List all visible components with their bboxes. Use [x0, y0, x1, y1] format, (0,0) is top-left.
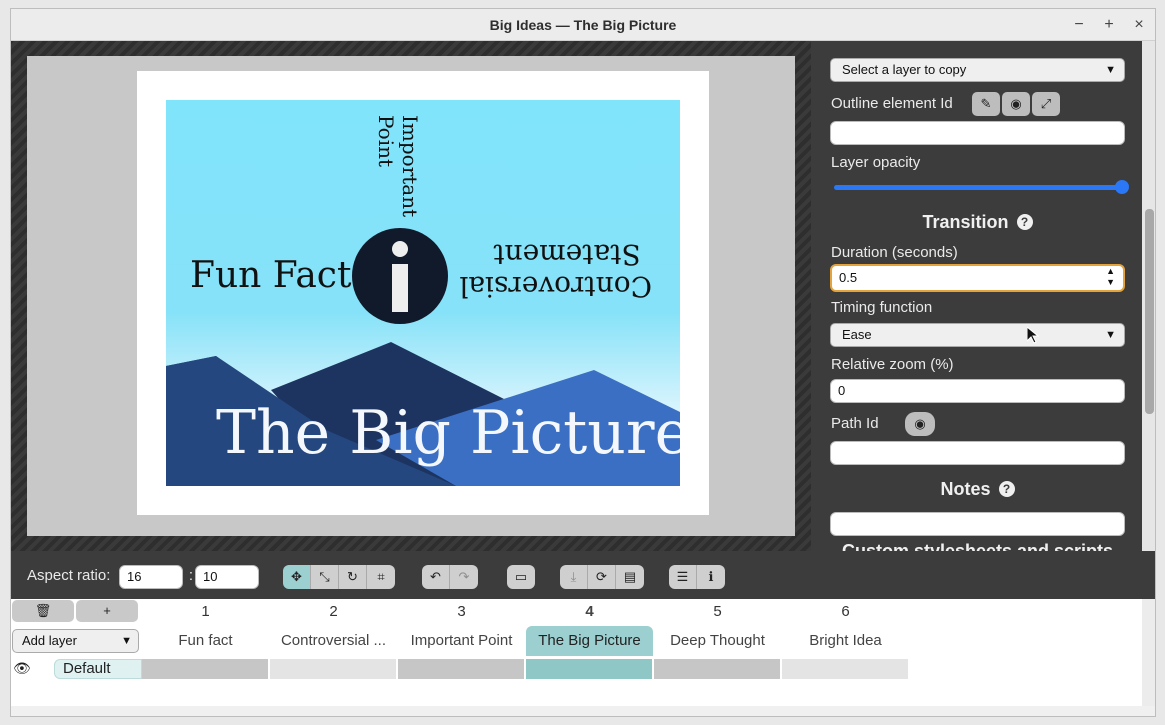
presentation-icon[interactable]: ▭: [507, 565, 535, 589]
custom-scripts-heading: Custom stylesheets and scripts: [841, 541, 1114, 551]
window-title: Big Ideas — The Big Picture: [489, 17, 677, 33]
outline-id-field[interactable]: [830, 121, 1125, 145]
frame-number: 6: [841, 603, 850, 620]
horizontal-scrollbar[interactable]: [11, 706, 1155, 716]
frame-number-selected: 4: [585, 603, 594, 620]
info-stem: [392, 264, 408, 312]
info-icon[interactable]: ℹ: [697, 565, 725, 589]
redo-icon[interactable]: ↷: [450, 565, 478, 589]
frame-tab[interactable]: Controversial ...: [270, 626, 397, 656]
copy-layer-select[interactable]: Select a layer to copy ▼: [830, 58, 1125, 82]
timeline-scrollbar[interactable]: [1142, 599, 1155, 706]
layer-frame-cell-selected[interactable]: [526, 659, 652, 679]
copy-layer-select-value: Select a layer to copy: [842, 62, 967, 77]
frame-number: 5: [713, 603, 722, 620]
frame-tab[interactable]: Deep Thought: [654, 626, 781, 656]
add-layer-value: Add layer: [22, 633, 77, 648]
move-icon[interactable]: ✥: [283, 565, 311, 589]
layer-frame-cell[interactable]: [654, 659, 780, 679]
layer-frame-cell[interactable]: [270, 659, 396, 679]
controversial-line-2: Statement: [493, 238, 641, 271]
transition-heading: Transition?: [830, 212, 1125, 233]
zoom-field[interactable]: 0: [830, 379, 1125, 403]
properties-panel: Select a layer to copy ▼ Outline element…: [811, 41, 1155, 551]
title-bar: Big Ideas — The Big Picture − + ×: [11, 9, 1155, 41]
frame-number: 2: [329, 603, 338, 620]
opacity-slider-thumb[interactable]: [1115, 180, 1129, 194]
duration-field[interactable]: 0.5 ▲ ▼: [830, 264, 1125, 292]
notes-field[interactable]: [830, 512, 1125, 536]
path-id-field[interactable]: [830, 441, 1125, 465]
duration-label: Duration (seconds): [831, 244, 958, 261]
chevron-down-icon: ▼: [121, 635, 132, 647]
preview-area: The Big Picture Fun Fact Important Point…: [11, 41, 811, 551]
frame-tab-selected[interactable]: The Big Picture: [526, 626, 653, 656]
spinner-icon[interactable]: ▲ ▼: [1106, 266, 1115, 288]
refresh-icon[interactable]: ⟳: [588, 565, 616, 589]
timing-select[interactable]: Ease ▼: [830, 323, 1125, 347]
scale-icon[interactable]: ⤡: [311, 565, 339, 589]
aspect-ratio-label: Aspect ratio:: [27, 567, 111, 584]
transition-heading-text: Transition: [922, 212, 1009, 232]
maximize-button[interactable]: +: [1099, 15, 1119, 35]
close-button[interactable]: ×: [1129, 15, 1149, 35]
rotate-icon[interactable]: ↻: [339, 565, 367, 589]
slide-preview[interactable]: The Big Picture Fun Fact Important Point…: [166, 100, 680, 486]
path-label: Path Id: [831, 415, 879, 432]
minimize-button[interactable]: −: [1069, 15, 1089, 35]
add-layer-select[interactable]: Add layer ▼: [12, 629, 139, 653]
controversial-text: Controversial Statement: [459, 238, 652, 303]
chevron-down-icon: ▼: [1105, 329, 1116, 341]
add-frame-button[interactable]: +: [76, 600, 138, 622]
outline-label: Outline element Id: [831, 95, 953, 112]
timeline: 🗑 + Add layer ▼ 1 2 3 4 5 6 Fun fact Con…: [11, 599, 1155, 716]
frame-tab[interactable]: Bright Idea: [782, 626, 909, 656]
timing-value: Ease: [842, 327, 872, 342]
opacity-label: Layer opacity: [831, 154, 921, 171]
eye-icon[interactable]: 👁: [13, 660, 31, 677]
aspect-height-input[interactable]: 10: [195, 565, 259, 589]
layer-frame-cell[interactable]: [398, 659, 524, 679]
app-window: Big Ideas — The Big Picture − + × The Bi…: [10, 8, 1156, 717]
help-icon[interactable]: ?: [998, 481, 1015, 497]
duration-value: 0.5: [839, 270, 858, 285]
info-dot: [392, 241, 408, 257]
download-icon[interactable]: ⤓: [560, 565, 588, 589]
frame-tab[interactable]: Important Point: [398, 626, 525, 656]
aspect-separator: :: [188, 567, 194, 584]
magic-wand-icon[interactable]: ✎: [972, 92, 1000, 116]
layer-label[interactable]: Default: [54, 659, 142, 679]
eye-slash-icon[interactable]: ◉: [905, 412, 935, 436]
important-line-1: Important: [398, 115, 422, 218]
layer-frame-cell[interactable]: [142, 659, 268, 679]
frame-tab[interactable]: Fun fact: [142, 626, 269, 656]
delete-button[interactable]: 🗑: [12, 600, 74, 622]
notes-heading-text: Notes: [940, 479, 991, 499]
panel-scrollbar[interactable]: [1142, 41, 1155, 551]
opacity-slider-track[interactable]: [834, 185, 1123, 190]
panel-scroll-thumb[interactable]: [1145, 209, 1154, 414]
important-point-text: Important Point: [374, 115, 422, 218]
notes-heading: Notes?: [830, 479, 1125, 500]
timing-label: Timing function: [831, 299, 933, 316]
controversial-line-1: Controversial: [459, 270, 652, 303]
crop-icon[interactable]: ⌗: [367, 565, 395, 589]
undo-icon[interactable]: ↶: [422, 565, 450, 589]
slide-title: The Big Picture: [216, 398, 680, 468]
fun-fact-text: Fun Fact: [190, 255, 352, 296]
frame-number: 3: [457, 603, 466, 620]
sliders-icon[interactable]: ☰: [669, 565, 697, 589]
expand-icon[interactable]: ⤢: [1032, 92, 1060, 116]
layer-frame-cell[interactable]: [782, 659, 908, 679]
bottom-toolbar: Aspect ratio: 16 : 10 ✥ ⤡ ↻ ⌗ ↶ ↷ ▭ ⤓ ⟳ …: [11, 551, 1155, 599]
chevron-down-icon: ▼: [1105, 64, 1116, 76]
important-line-2: Point: [374, 115, 398, 168]
help-icon[interactable]: ?: [1016, 214, 1033, 230]
document-icon[interactable]: ▤: [616, 565, 644, 589]
aspect-width-input[interactable]: 16: [119, 565, 183, 589]
eye-slash-icon[interactable]: ◉: [1002, 92, 1030, 116]
zoom-label: Relative zoom (%): [831, 356, 954, 373]
frame-number: 1: [201, 603, 210, 620]
